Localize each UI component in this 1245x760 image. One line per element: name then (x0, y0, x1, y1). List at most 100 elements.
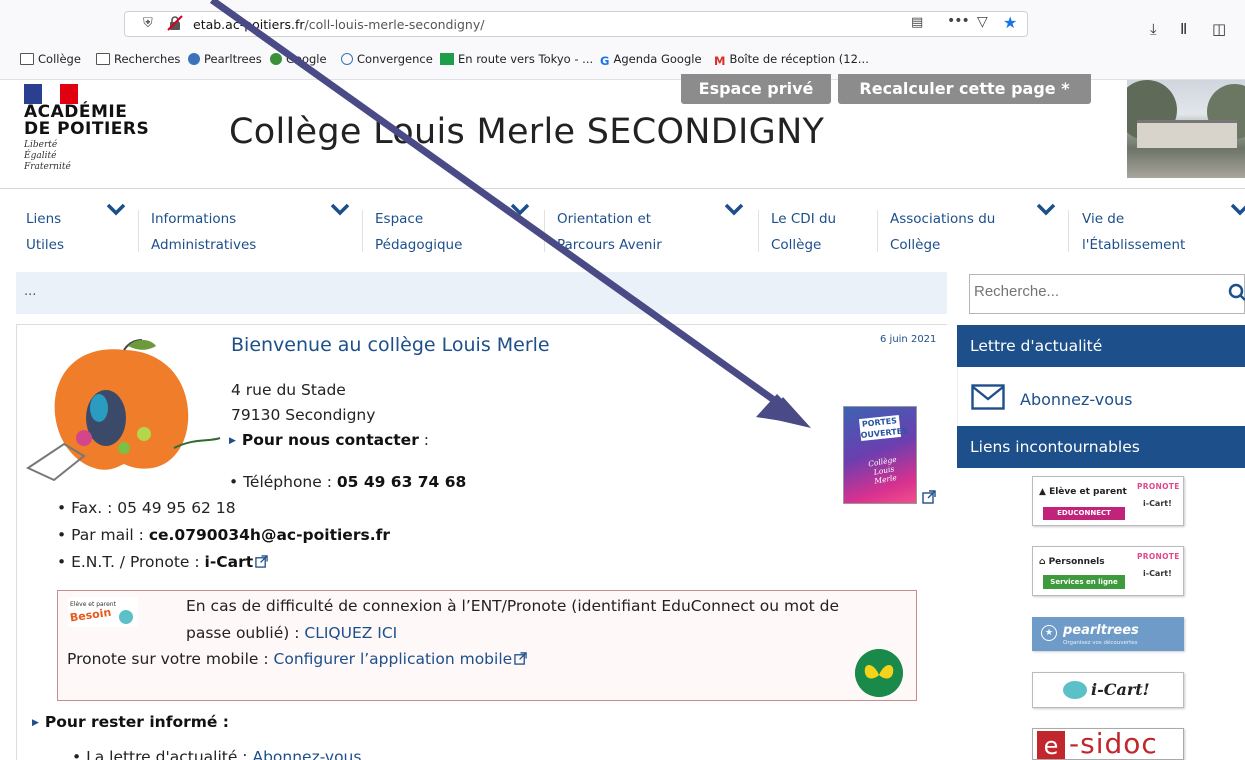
poster-caption: Collège Louis Merle (867, 454, 898, 486)
address-bar[interactable]: ⛨ etab.ac-poitiers.fr/coll-louis-merle-s… (124, 11, 1028, 37)
nav-label: Pédagogique (375, 237, 463, 253)
star-icon: ★ (1041, 625, 1057, 641)
phone-item: • Téléphone : 05 49 63 74 68 (229, 473, 467, 491)
bookmark-convergence[interactable]: Convergence (341, 52, 433, 66)
bookmark-tokyo[interactable]: En route vers Tokyo - ... (440, 52, 593, 66)
url-text[interactable]: etab.ac-poitiers.fr/coll-louis-merle-sec… (193, 17, 484, 32)
personnels-badge[interactable]: ⌂ Personnels PRONOTE Services en ligne i… (1032, 546, 1184, 596)
pronote-butterfly-icon[interactable] (855, 649, 903, 697)
url-path: /coll-louis-merle-secondigny/ (304, 17, 485, 32)
triangle-right-icon: ▶ (229, 436, 236, 446)
besoin-daide-icon[interactable]: Elève et parent Besoin (68, 597, 138, 627)
chevron-down-icon[interactable] (330, 202, 350, 216)
insecure-lock-icon[interactable] (167, 15, 183, 31)
header-divider (0, 188, 1245, 189)
nav-label: Le CDI du (771, 211, 837, 227)
educonnect-badge[interactable]: ▲ Elève et parent PRONOTE EDUCONNECT i-C… (1032, 476, 1184, 526)
subscribe-link[interactable]: Abonnez-vous (971, 384, 1171, 414)
reader-view-icon[interactable]: ▤ (911, 15, 923, 30)
address-line: 79130 Secondigny (231, 406, 376, 424)
gmail-icon: M (714, 54, 726, 68)
nav-label: Parcours Avenir (557, 237, 662, 253)
external-link-icon (514, 652, 527, 665)
external-link-icon (255, 555, 268, 568)
chevron-down-icon[interactable] (1230, 202, 1245, 216)
badge-icart-label: i-Cart! (1143, 499, 1172, 508)
bookmark-gmail[interactable]: M Boîte de réception (12... (714, 52, 869, 68)
pocket-icon[interactable]: ▽ (977, 14, 988, 30)
help-text: En cas de difficulté de connexion à l’EN… (186, 597, 839, 615)
bookmark-google[interactable]: Google (270, 52, 327, 66)
icart-badge[interactable]: i-Cart! (1032, 672, 1184, 708)
bookmark-agenda[interactable]: G Agenda Google (600, 52, 702, 68)
search-input[interactable] (974, 283, 1194, 300)
bookmark-label: En route vers Tokyo - ... (458, 52, 594, 66)
section-heading: ▶ Pour rester informé : (32, 713, 229, 731)
bookmark-label: Agenda Google (613, 52, 702, 66)
nav-espace-pedagogique[interactable]: Espace Pédagogique (375, 206, 462, 258)
cliquez-ici-link[interactable]: CLIQUEZ ICI (304, 624, 397, 642)
nav-informations-administratives[interactable]: Informations Administratives (151, 206, 256, 258)
newsletter-link[interactable]: Abonnez-vous (252, 748, 361, 760)
nav-label: l'Établissement (1082, 237, 1186, 253)
chevron-down-icon[interactable] (510, 202, 530, 216)
nav-label: Espace (375, 211, 424, 227)
icart-link[interactable]: i-Cart (205, 553, 254, 571)
nav-label: Liens (26, 211, 62, 227)
badge-title: ⌂ Personnels (1039, 557, 1105, 567)
search-icon[interactable] (1228, 283, 1245, 301)
bookmark-recherches[interactable]: Recherches (96, 52, 180, 66)
breadcrumb-text[interactable]: ... (24, 284, 36, 299)
nav-separator (544, 210, 545, 252)
badge-title: ▲ Elève et parent (1039, 487, 1127, 497)
academie-logo[interactable]: ACADÉMIE DE POITIERS Liberté Égalité Frater… (24, 82, 174, 182)
triangle-right-icon: ▶ (32, 718, 39, 728)
url-domain: etab.ac-poitiers.fr (193, 17, 305, 32)
mail-link[interactable]: ce.0790034h@ac-poitiers.fr (149, 526, 390, 544)
search-box (969, 274, 1245, 314)
nav-label: Associations du (890, 211, 996, 227)
subscribe-label: Abonnez-vous (1020, 390, 1133, 409)
site-title[interactable]: Collège Louis Merle SECONDIGNY (229, 112, 824, 152)
tracking-shield-icon[interactable]: ⛨ (143, 16, 153, 31)
icart-bird-icon (1063, 681, 1087, 699)
configurer-app-link[interactable]: Configurer l’application mobile (274, 650, 513, 668)
espace-prive-button[interactable]: Espace privé (681, 74, 831, 104)
chevron-down-icon[interactable] (106, 202, 126, 216)
ent-item: • E.N.T. / Pronote : i-Cart (57, 553, 268, 571)
college-apple-logo (25, 339, 221, 482)
nav-label: Administratives (151, 237, 257, 253)
nav-orientation[interactable]: Orientation et Parcours Avenir (557, 206, 662, 258)
chevron-down-icon[interactable] (724, 202, 744, 216)
external-link-icon[interactable] (922, 490, 936, 504)
esidoc-badge[interactable]: e -sidoc (1032, 728, 1184, 760)
nav-separator (1068, 210, 1069, 252)
article-title[interactable]: Bienvenue au collège Louis Merle (231, 334, 550, 356)
sidebar-toggle-icon[interactable]: ◫ (1212, 20, 1226, 38)
bookmark-label: Boîte de réception (12... (729, 52, 869, 66)
bookmark-star-icon[interactable]: ★ (1003, 13, 1017, 32)
page-actions-icon[interactable]: ••• (947, 13, 970, 29)
google-g-icon: G (600, 54, 610, 68)
pearltrees-badge[interactable]: ★ pearltrees Organisez vos découvertes (1032, 617, 1184, 651)
nav-label: Collège (890, 237, 941, 253)
academie-name: ACADÉMIE DE POITIERS (24, 102, 150, 139)
bookmark-label: Pearltrees (204, 52, 262, 66)
nav-separator (362, 210, 363, 252)
library-icon[interactable]: Ⅱ (1180, 20, 1187, 38)
nav-liens-utiles[interactable]: Liens Utiles (26, 206, 64, 258)
bookmark-college[interactable]: Collège (20, 52, 81, 66)
downloads-icon[interactable]: ⤓ (1150, 20, 1157, 38)
badge-pronote-label: PRONOTE (1137, 482, 1180, 491)
nav-vie-etablissement[interactable]: Vie de l'Établissement (1082, 206, 1185, 258)
nav-cdi[interactable]: Le CDI du Collège (771, 206, 836, 258)
recalculer-button[interactable]: Recalculer cette page * (838, 74, 1091, 104)
badge-icart-label: i-Cart! (1143, 569, 1172, 578)
bookmark-pearltrees[interactable]: Pearltrees (188, 52, 262, 66)
folder-icon (20, 53, 34, 65)
newsletter-heading: Lettre d'actualité (957, 325, 1245, 367)
nav-separator (138, 210, 139, 252)
nav-associations[interactable]: Associations du Collège (890, 206, 995, 258)
chevron-down-icon[interactable] (1036, 202, 1056, 216)
portes-ouvertes-poster[interactable]: PORTES OUVERTES Collège Louis Merle (843, 406, 917, 504)
